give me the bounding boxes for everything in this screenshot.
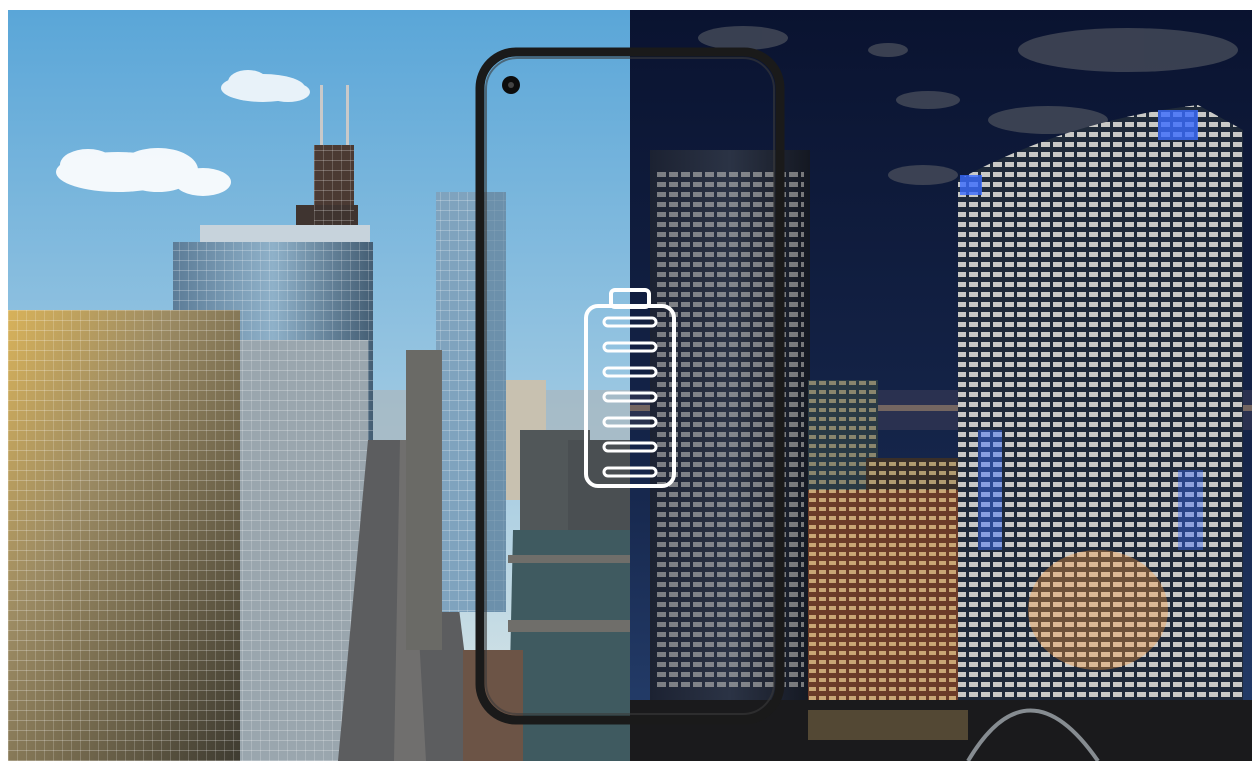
front-camera-icon xyxy=(502,76,520,94)
day-half xyxy=(8,10,630,761)
day-night-city-scene xyxy=(8,10,1252,761)
night-half xyxy=(630,10,1252,761)
